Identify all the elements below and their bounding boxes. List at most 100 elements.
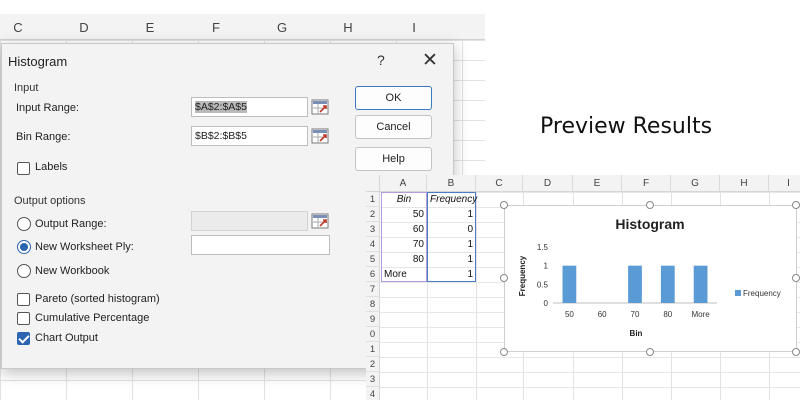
pareto-checkbox[interactable] (17, 293, 30, 306)
pareto-label: Pareto (sorted histogram) (35, 293, 160, 305)
column-header[interactable]: I (769, 175, 800, 192)
row-header[interactable]: 5 (366, 252, 380, 267)
range-selector-icon[interactable] (311, 128, 329, 144)
range-selector-icon[interactable] (311, 213, 329, 229)
column-header[interactable]: H (720, 175, 769, 192)
new-workbook-radio[interactable] (17, 264, 31, 278)
cumulative-percentage-label: Cumulative Percentage (35, 312, 150, 324)
bin-cell[interactable]: 80 (381, 252, 427, 267)
row-header[interactable]: 0 (366, 327, 380, 342)
row-header[interactable]: 8 (366, 297, 380, 312)
row-header[interactable]: 3 (366, 222, 380, 237)
range-selector-icon[interactable] (311, 99, 329, 115)
column-header[interactable]: D (523, 175, 573, 192)
x-tick-label: 50 (565, 310, 574, 319)
output-range-field[interactable] (191, 211, 308, 231)
frequency-cell[interactable]: 1 (427, 252, 476, 267)
x-tick-label: 70 (631, 310, 640, 319)
output-section-label: Output options (14, 195, 86, 207)
row-header[interactable]: 3 (366, 372, 380, 387)
histogram-bar (562, 265, 577, 303)
histogram-bar (628, 265, 642, 303)
output-range-label: Output Range: (35, 218, 107, 230)
dialog-title: Histogram (8, 54, 68, 69)
resize-handle[interactable] (792, 348, 800, 356)
cancel-button[interactable]: Cancel (355, 115, 432, 139)
column-header[interactable]: F (183, 20, 249, 35)
row-header[interactable]: 4 (366, 237, 380, 252)
column-header[interactable]: C (476, 175, 523, 192)
x-axis-label: Bin (630, 329, 643, 338)
bin-range-field[interactable]: $B$2:$B$5 (191, 126, 308, 146)
new-worksheet-name-field[interactable] (191, 235, 330, 255)
y-axis-label: Frequency (518, 255, 527, 296)
column-header[interactable]: F (622, 175, 671, 192)
column-header[interactable]: B (427, 175, 476, 192)
help-button[interactable]: Help (355, 147, 432, 171)
labels-checkbox[interactable] (17, 162, 30, 175)
output-range-radio[interactable] (17, 217, 31, 231)
frequency-header-cell[interactable]: Frequency (427, 192, 477, 207)
column-header[interactable]: E (117, 20, 183, 35)
row-header[interactable]: 9 (366, 312, 380, 327)
input-range-label: Input Range: (16, 102, 79, 114)
close-icon[interactable]: ✕ (422, 49, 438, 72)
bin-cell[interactable]: 50 (381, 207, 427, 222)
frequency-cell[interactable]: 1 (427, 207, 476, 222)
bin-cell[interactable]: 70 (381, 237, 427, 252)
legend-label: Frequency (743, 289, 781, 298)
frequency-cell[interactable]: 1 (427, 237, 476, 252)
x-tick-label: 80 (663, 310, 672, 319)
legend-swatch (735, 290, 741, 296)
histogram-chart[interactable]: Histogram Frequency Bin 0 0.5 1 1.5 50 60 70 80… (504, 205, 797, 352)
help-icon[interactable]: ? (377, 52, 385, 68)
chart-output-checkbox[interactable] (17, 332, 30, 345)
preview-heading: Preview Results (540, 114, 713, 139)
background-column-headers: C D E F G H I (0, 14, 485, 40)
bin-cell[interactable]: 60 (381, 222, 427, 237)
column-header[interactable]: G (249, 20, 315, 35)
x-tick-label: More (691, 310, 710, 319)
resize-handle[interactable] (792, 201, 800, 209)
row-header[interactable]: 1 (366, 342, 380, 357)
new-worksheet-label: New Worksheet Ply: (35, 241, 134, 253)
row-header[interactable]: 2 (366, 207, 380, 222)
column-header[interactable]: D (51, 20, 117, 35)
bin-header-cell[interactable]: Bin (381, 192, 427, 207)
row-header[interactable]: 4 (366, 387, 380, 400)
column-header[interactable]: A (380, 175, 427, 192)
row-header[interactable]: 7 (366, 282, 380, 297)
new-worksheet-radio[interactable] (17, 240, 31, 254)
frequency-cell[interactable]: 1 (427, 267, 476, 282)
chart-svg: Histogram Frequency Bin 0 0.5 1 1.5 50 60 70 80… (518, 216, 781, 338)
bin-range-value: $B$2:$B$5 (195, 130, 247, 142)
select-all-corner[interactable] (366, 175, 380, 192)
row-header[interactable]: 2 (366, 357, 380, 372)
ok-button[interactable]: OK (355, 86, 432, 110)
frequency-cell[interactable]: 0 (427, 222, 476, 237)
column-header[interactable]: I (381, 20, 447, 35)
column-gridline (476, 192, 477, 400)
row-header[interactable]: 6 (366, 267, 380, 282)
x-tick-label: 60 (598, 310, 607, 319)
row-header[interactable]: 1 (366, 192, 380, 207)
resize-handle[interactable] (500, 201, 508, 209)
y-tick-label: 1 (544, 262, 549, 271)
resize-handle[interactable] (500, 274, 508, 282)
bin-range-label: Bin Range: (16, 131, 71, 143)
input-range-value: $A$2:$A$5 (195, 101, 247, 113)
column-header[interactable]: G (671, 175, 720, 192)
input-range-field[interactable]: $A$2:$A$5 (191, 97, 308, 117)
resize-handle[interactable] (646, 201, 654, 209)
chart-title: Histogram (615, 216, 684, 232)
cumulative-percentage-checkbox[interactable] (17, 312, 30, 325)
new-workbook-label: New Workbook (35, 265, 110, 277)
column-header[interactable]: C (0, 20, 51, 35)
resize-handle[interactable] (500, 348, 508, 356)
resize-handle[interactable] (646, 348, 654, 356)
column-header[interactable]: E (573, 175, 622, 192)
bin-cell[interactable]: More (381, 267, 427, 282)
resize-handle[interactable] (792, 274, 800, 282)
column-header[interactable]: H (315, 20, 381, 35)
y-tick-label: 0.5 (537, 280, 549, 289)
